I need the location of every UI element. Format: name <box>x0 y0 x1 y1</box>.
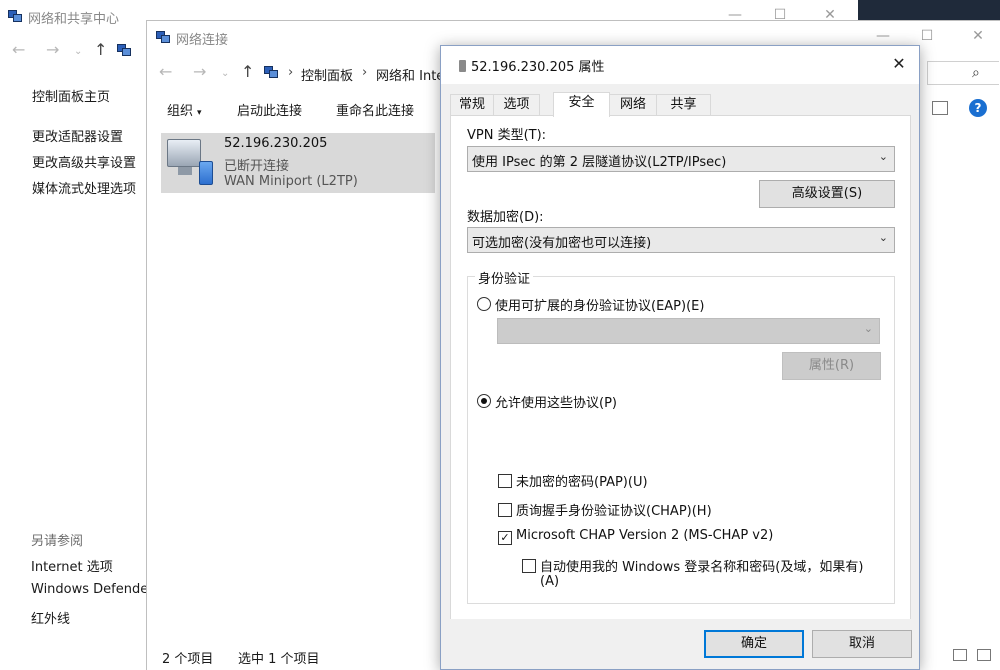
search-icon[interactable]: ⌕ <box>972 65 980 81</box>
window-title: 网络和共享中心 <box>28 12 120 27</box>
authentication-group-label: 身份验证 <box>475 268 534 287</box>
allow-protocols-radio-label[interactable]: 允许使用这些协议(P) <box>495 392 617 411</box>
vpn-type-select[interactable]: 使用 IPsec 的第 2 层隧道协议(L2TP/IPsec) ⌄ <box>467 146 895 172</box>
details-view-icon[interactable] <box>953 649 967 661</box>
tab-networking[interactable]: 网络 <box>609 94 657 116</box>
breadcrumb-separator: › <box>362 65 368 80</box>
search-input[interactable] <box>927 61 999 85</box>
window-title: 网络连接 <box>176 33 229 48</box>
chevron-down-icon: ⌄ <box>863 322 873 335</box>
control-panel-icon <box>264 65 278 79</box>
preview-pane-icon[interactable] <box>932 101 948 115</box>
control-panel-icon <box>117 43 131 57</box>
connection-name: 52.196.230.205 <box>224 136 328 151</box>
enable-connection-button[interactable]: 启动此连接 <box>237 100 302 119</box>
address-bar[interactable]: › 控制面板 › 网络和 Inte <box>260 61 444 85</box>
chevron-down-icon: ⌄ <box>878 150 888 163</box>
eap-properties-button[interactable]: 属性(R) <box>782 352 881 380</box>
computer-icon <box>167 139 201 167</box>
rename-connection-button[interactable]: 重命名此连接 <box>336 100 414 119</box>
minimize-button[interactable]: — <box>873 27 893 45</box>
computer-icon-stand <box>178 167 192 175</box>
tab-strip: 常规 选项 安全 网络 共享 <box>450 92 919 117</box>
sidebar-link-adapter-settings[interactable]: 更改适配器设置 <box>32 126 123 145</box>
vpn-properties-dialog: 52.196.230.205 属性 ✕ 常规 选项 安全 网络 共享 VPN 类… <box>440 45 920 670</box>
connection-item-vpn[interactable]: 52.196.230.205 已断开连接 WAN Miniport (L2TP) <box>161 133 435 193</box>
see-also-windows-defender[interactable]: Windows Defende <box>31 582 148 597</box>
allow-protocols-radio[interactable] <box>477 394 491 408</box>
breadcrumb-control-panel[interactable]: 控制面板 <box>301 65 353 84</box>
sidebar-link-advanced-sharing[interactable]: 更改高级共享设置 <box>32 152 136 171</box>
connection-icon <box>459 60 466 72</box>
chevron-down-icon[interactable]: ⌄ <box>74 44 82 60</box>
see-also-infrared[interactable]: 红外线 <box>31 608 70 627</box>
dialog-title: 52.196.230.205 属性 <box>471 60 605 75</box>
security-tab-panel: VPN 类型(T): 使用 IPsec 的第 2 层隧道协议(L2TP/IPse… <box>450 115 911 621</box>
encryption-label: 数据加密(D): <box>467 210 544 225</box>
encryption-value: 可选加密(没有加密也可以连接) <box>472 236 652 251</box>
sidebar-link-media-streaming[interactable]: 媒体流式处理选项 <box>32 178 136 197</box>
ok-button[interactable]: 确定 <box>704 630 804 658</box>
dialog-footer: 确定 取消 <box>441 619 919 669</box>
dropdown-arrow-icon: ▾ <box>197 108 202 118</box>
eap-method-select[interactable]: ⌄ <box>497 318 880 344</box>
tab-sharing[interactable]: 共享 <box>656 94 711 116</box>
mschapv2-checkbox-label[interactable]: Microsoft CHAP Version 2 (MS-CHAP v2) <box>516 528 773 543</box>
large-icons-view-icon[interactable] <box>977 649 991 661</box>
network-icon <box>156 30 170 44</box>
up-arrow-icon[interactable]: ↑ <box>94 42 107 58</box>
see-also-internet-options[interactable]: Internet 选项 <box>31 556 113 575</box>
vpn-adapter-icon <box>199 161 213 185</box>
cancel-button[interactable]: 取消 <box>812 630 912 658</box>
tab-security[interactable]: 安全 <box>553 92 610 117</box>
auto-windows-login-checkbox[interactable] <box>522 559 536 573</box>
tab-general[interactable]: 常规 <box>450 94 494 116</box>
connection-status: 已断开连接 <box>224 159 290 174</box>
chap-checkbox[interactable] <box>498 503 512 517</box>
vpn-type-label: VPN 类型(T): <box>467 128 547 143</box>
forward-arrow-icon[interactable]: → <box>193 64 206 80</box>
pap-checkbox-label[interactable]: 未加密的密码(PAP)(U) <box>516 471 648 490</box>
auto-windows-login-label-suffix[interactable]: (A) <box>540 574 559 589</box>
close-icon[interactable]: ✕ <box>889 54 909 74</box>
breadcrumb-separator: › <box>288 65 294 80</box>
eap-radio-label[interactable]: 使用可扩展的身份验证协议(EAP)(E) <box>495 295 704 314</box>
eap-radio[interactable] <box>477 297 491 311</box>
back-arrow-icon[interactable]: ← <box>12 42 25 58</box>
auto-windows-login-label[interactable]: 自动使用我的 Windows 登录名称和密码(及域，如果有) <box>540 556 863 575</box>
vpn-type-value: 使用 IPsec 的第 2 层隧道协议(L2TP/IPsec) <box>472 155 727 170</box>
back-arrow-icon[interactable]: ← <box>159 64 172 80</box>
close-button[interactable]: ✕ <box>968 27 988 45</box>
see-also-heading: 另请参阅 <box>31 534 84 549</box>
control-panel-home-link[interactable]: 控制面板主页 <box>32 86 110 105</box>
pap-checkbox[interactable] <box>498 474 512 488</box>
breadcrumb-network[interactable]: 网络和 Inte <box>376 65 444 84</box>
tab-options[interactable]: 选项 <box>493 94 540 116</box>
maximize-button[interactable]: ☐ <box>917 27 937 45</box>
advanced-settings-button[interactable]: 高级设置(S) <box>759 180 895 208</box>
encryption-select[interactable]: 可选加密(没有加密也可以连接) ⌄ <box>467 227 895 253</box>
dialog-title-bar: 52.196.230.205 属性 ✕ <box>441 46 919 84</box>
forward-arrow-icon[interactable]: → <box>46 42 59 58</box>
network-icon <box>8 9 22 23</box>
organize-menu[interactable]: 组织 ▾ <box>167 100 202 119</box>
chevron-down-icon[interactable]: ⌄ <box>221 66 229 82</box>
authentication-group: 身份验证 使用可扩展的身份验证协议(EAP)(E) ⌄ 属性(R) 允许使用这些… <box>467 268 895 604</box>
mschapv2-checkbox[interactable]: ✓ <box>498 531 512 545</box>
chap-checkbox-label[interactable]: 质询握手身份验证协议(CHAP)(H) <box>516 500 712 519</box>
help-icon[interactable]: ? <box>969 99 987 117</box>
connection-device: WAN Miniport (L2TP) <box>224 174 358 189</box>
up-arrow-icon[interactable]: ↑ <box>241 64 254 80</box>
item-count: 2 个项目 <box>162 652 214 667</box>
selected-count: 选中 1 个项目 <box>238 652 320 667</box>
chevron-down-icon: ⌄ <box>878 231 888 244</box>
organize-label: 组织 <box>167 104 194 119</box>
